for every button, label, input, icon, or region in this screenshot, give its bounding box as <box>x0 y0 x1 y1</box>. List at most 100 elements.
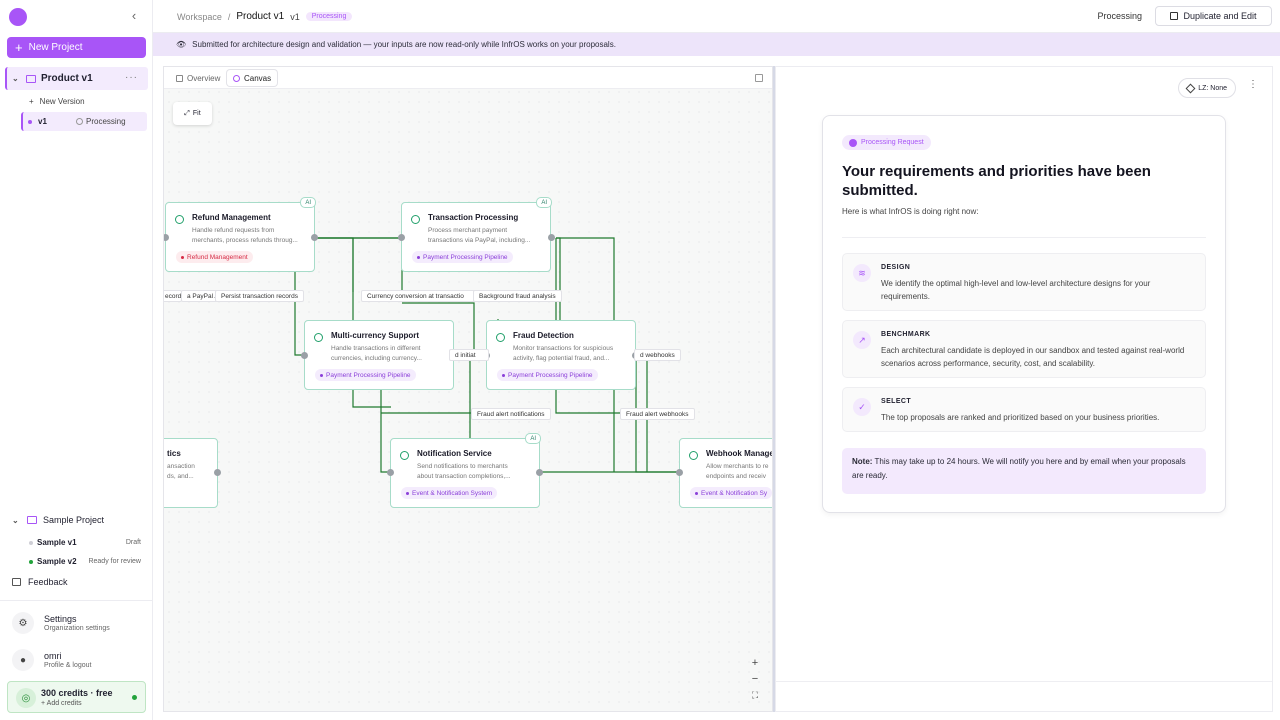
collapse-sidebar-icon[interactable]: ‹ <box>127 9 141 23</box>
status-dot <box>132 695 137 700</box>
node-multi-currency-support[interactable]: Multi-currency Support Handle transactio… <box>304 320 454 390</box>
divider <box>842 237 1206 238</box>
node-port[interactable] <box>387 469 394 476</box>
edge-label: Currency conversion at transactio <box>361 290 476 302</box>
zoom-out-button[interactable]: − <box>748 672 762 686</box>
version-status: Processing <box>76 117 126 126</box>
status-dot <box>29 559 33 564</box>
check-circle-icon <box>175 215 184 224</box>
sidebar: ‹ + New Project ⌄ Product v1 ··· + New V… <box>0 0 153 720</box>
add-credits-link[interactable]: + Add credits <box>41 700 82 707</box>
ai-badge: AI <box>536 197 552 208</box>
profile-button[interactable]: ● omri Profile & logout <box>12 649 91 671</box>
version-label: v1 <box>290 11 300 22</box>
sidebar-version-v1[interactable]: v1 Processing <box>21 112 147 131</box>
node-notification-service[interactable]: Notification Service Send notifications … <box>390 433 541 508</box>
node-tag: Payment Processing Pipeline <box>412 251 513 263</box>
node-port[interactable] <box>536 469 543 476</box>
node-tag: Refund Management <box>176 251 253 263</box>
status-dot <box>28 119 32 124</box>
fullscreen-button[interactable]: ⛶ <box>748 688 762 702</box>
folder-icon <box>26 74 36 83</box>
canvas-panel[interactable]: Overview Canvas ⤢ Fit Refund Management … <box>163 66 773 712</box>
status-badge: Processing <box>305 12 353 21</box>
feedback-button[interactable]: Feedback <box>12 577 68 587</box>
node-port[interactable] <box>548 234 555 241</box>
status-dot <box>29 540 33 545</box>
sidebar-project-product-v1[interactable]: ⌄ Product v1 ··· <box>5 67 148 90</box>
step-select: ✓ SELECT The top proposals are ranked an… <box>842 387 1206 432</box>
divider <box>0 600 153 601</box>
more-options-icon[interactable]: ⋮ <box>1248 80 1258 90</box>
edge-label: Fraud alert webhooks <box>620 408 695 420</box>
plus-icon: + <box>29 97 34 106</box>
lz-button[interactable]: LZ: None <box>1178 78 1236 98</box>
processing-badge: Processing Request <box>842 135 931 150</box>
check-circle-icon <box>411 215 420 224</box>
ai-badge: AI <box>525 433 541 444</box>
edge-label: ecords <box>164 290 182 302</box>
node-webhook-management[interactable]: Webhook Manage Allow merchants to re endp… <box>679 438 772 508</box>
edge-label: Fraud alert notifications <box>471 408 551 420</box>
chevron-down-icon[interactable]: ⌄ <box>12 74 21 83</box>
ai-badge: AI <box>300 197 316 208</box>
user-icon: ● <box>12 649 34 671</box>
header-status: Processing <box>1097 11 1142 21</box>
credits-widget[interactable]: ◎ 300 credits · free + Add credits <box>7 681 146 713</box>
duplicate-and-edit-button[interactable]: Duplicate and Edit <box>1155 6 1272 26</box>
check-circle-icon <box>689 451 698 460</box>
edge-label: d initiat <box>449 349 489 361</box>
check-circle-icon <box>314 333 323 342</box>
settings-button[interactable]: ⚙ Settings Organization settings <box>12 612 110 634</box>
layers-icon: ≋ <box>853 264 871 282</box>
copy-icon <box>1170 12 1179 20</box>
edge-label: Persist transaction records <box>215 290 304 302</box>
sidebar-project-sample[interactable]: ⌄ Sample Project <box>12 515 104 525</box>
step-benchmark: ↗ BENCHMARK Each architectural candidate… <box>842 320 1206 378</box>
check-circle-icon: ✓ <box>853 398 871 416</box>
new-version-button[interactable]: + New Version <box>29 97 85 106</box>
node-tag: Payment Processing Pipeline <box>497 369 598 381</box>
top-header: Workspace / Product v1 v1 Processing Pro… <box>153 0 1280 33</box>
node-port[interactable] <box>301 352 308 359</box>
chevron-down-icon[interactable]: ⌄ <box>12 516 21 525</box>
check-circle-icon <box>400 451 409 460</box>
readonly-banner: 👁 Submitted for architecture design and … <box>153 33 1280 56</box>
node-port[interactable] <box>398 234 405 241</box>
node-tag: Event & Notification Sy <box>690 487 772 499</box>
gear-icon: ⚙ <box>12 612 34 634</box>
coins-icon: ◎ <box>16 688 36 708</box>
breadcrumb-workspace[interactable]: Workspace <box>177 12 222 22</box>
node-fraud-detection[interactable]: Fraud Detection Monitor transactions for… <box>486 320 636 390</box>
node-tag: Payment Processing Pipeline <box>315 369 416 381</box>
sidebar-item-sample-v2[interactable]: Sample v2 Ready for review <box>29 557 141 566</box>
divider <box>776 681 1272 682</box>
trending-up-icon: ↗ <box>853 331 871 349</box>
app-logo[interactable] <box>9 8 27 26</box>
edge-label: d webhooks <box>634 349 681 361</box>
edge-label: Background fraud analysis <box>473 290 562 302</box>
breadcrumb-current: Product v1 <box>236 11 285 22</box>
card-title: Your requirements and priorities have be… <box>842 163 1151 199</box>
right-panel: LZ: None ⋮ Processing Request Your requi… <box>775 66 1273 712</box>
layers-icon <box>1185 83 1196 93</box>
message-icon <box>12 578 21 586</box>
folder-icon <box>27 516 37 524</box>
project-menu-icon[interactable]: ··· <box>125 72 138 83</box>
node-tag: Event & Notification System <box>401 487 498 499</box>
node-port[interactable] <box>214 469 221 476</box>
node-transaction-processing[interactable]: Transaction Processing Process merchant … <box>401 197 552 272</box>
zoom-in-button[interactable]: + <box>748 656 762 670</box>
node-port[interactable] <box>311 234 318 241</box>
card-subtitle: Here is what InfrOS is doing right now: <box>842 207 979 216</box>
node-port[interactable] <box>676 469 683 476</box>
plus-icon: + <box>15 39 23 55</box>
note-box: Note: This may take up to 24 hours. We w… <box>842 448 1206 494</box>
step-design: ≋ DESIGN We identify the optimal high-le… <box>842 253 1206 311</box>
new-project-button[interactable]: + New Project <box>7 37 146 58</box>
sidebar-item-sample-v1[interactable]: Sample v1 Draft <box>29 538 141 547</box>
node-refund-management[interactable]: Refund Management Handle refund requests… <box>165 197 316 272</box>
edge-label: a PayPal A <box>181 290 218 302</box>
eye-icon: 👁 <box>176 40 187 49</box>
node-analytics-partial[interactable]: tics ansaction ds, and... <box>164 438 218 508</box>
